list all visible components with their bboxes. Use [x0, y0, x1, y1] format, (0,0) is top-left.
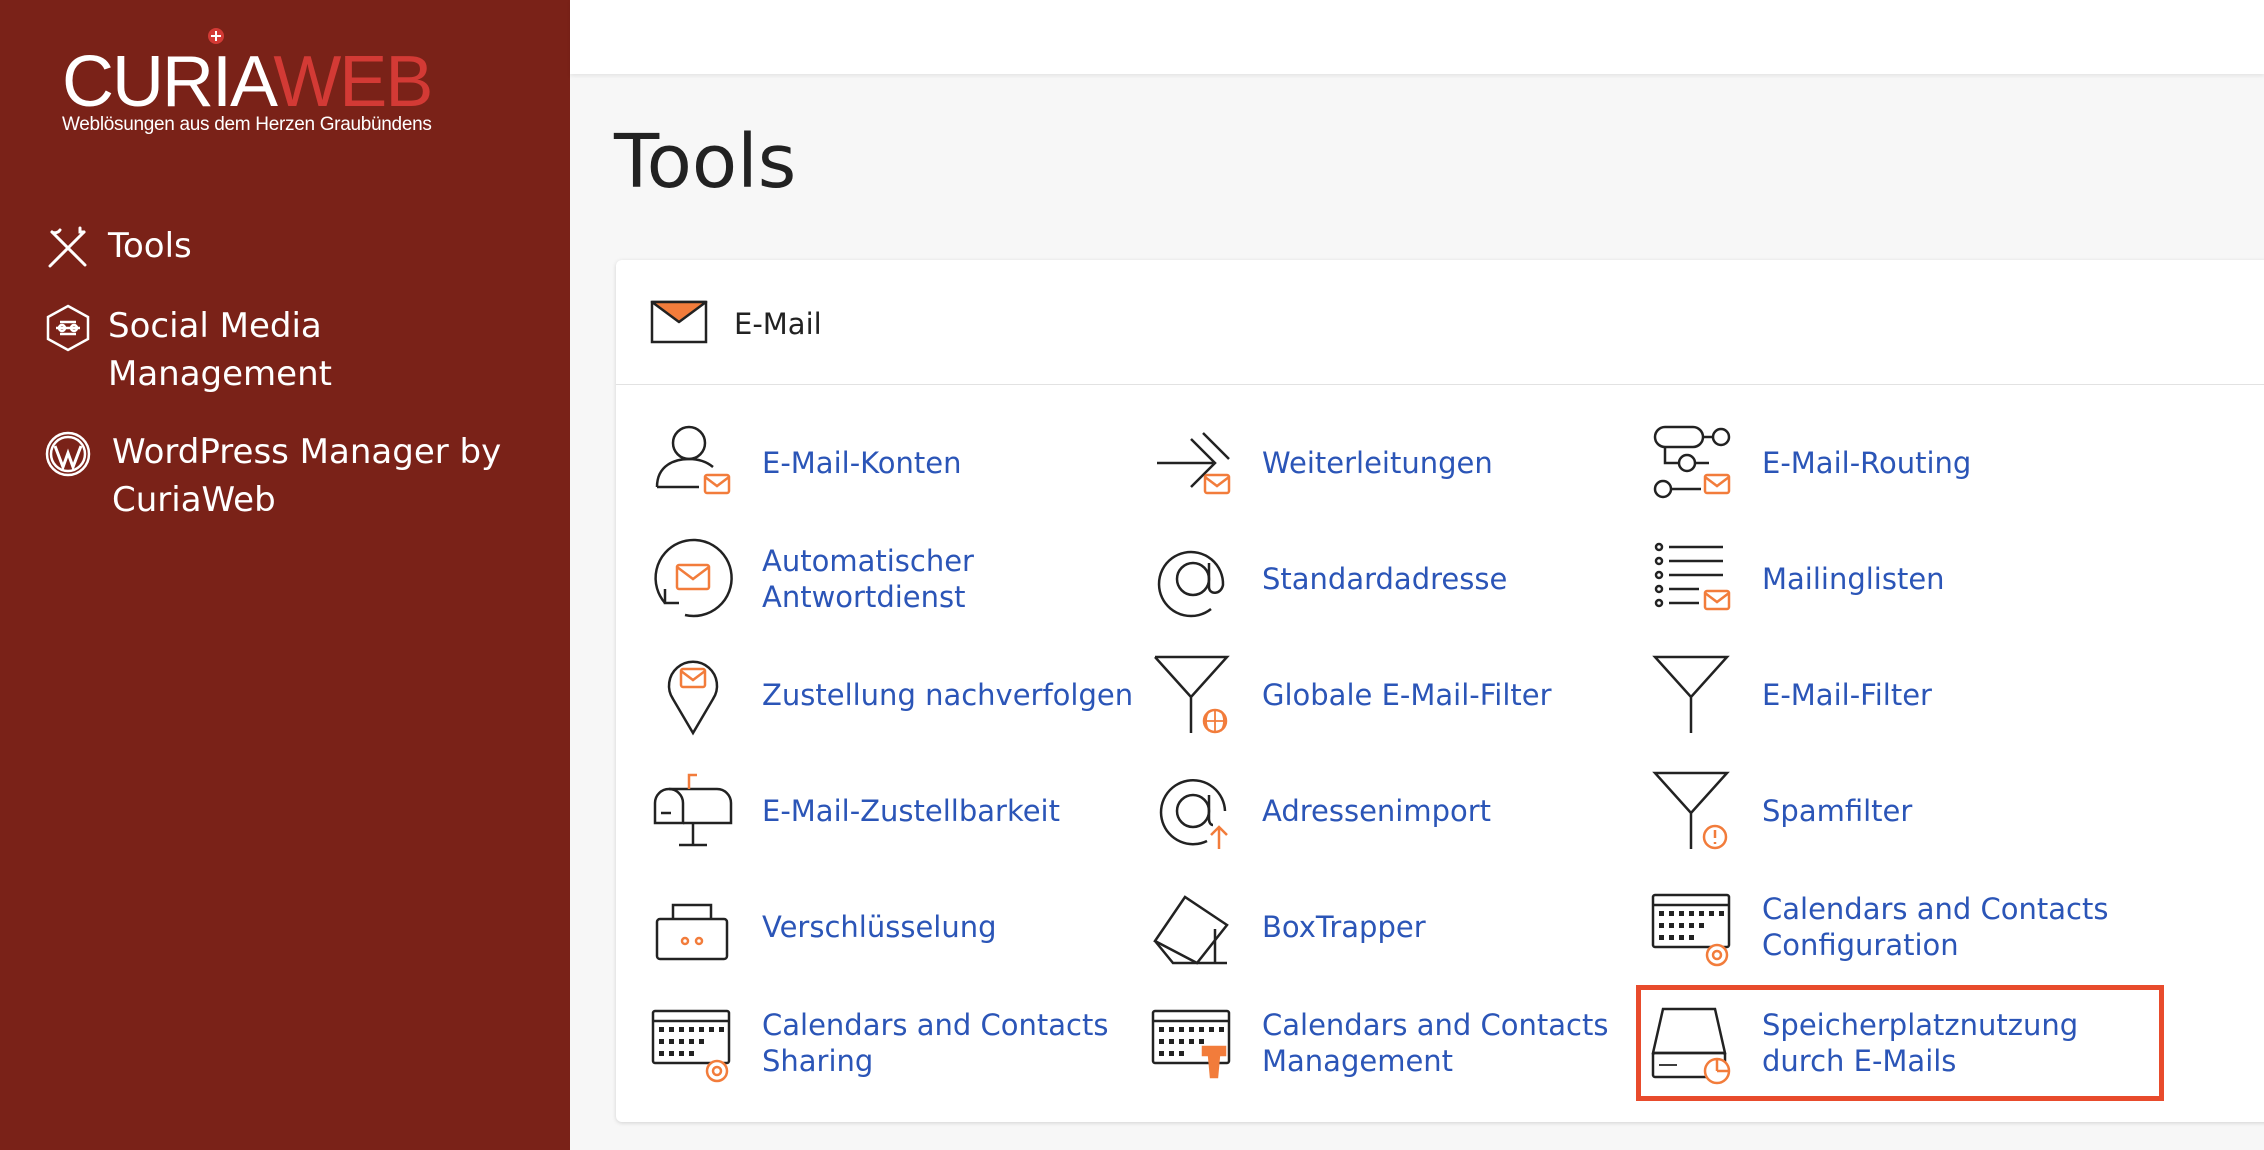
tool-label: E-Mail-Zustellbarkeit: [762, 794, 1060, 828]
filter-icon: [1652, 655, 1730, 733]
sidebar: CURIAWEB Weblösungen aus dem Herzen Grau…: [0, 0, 570, 1150]
tool-label: Calendars and Contacts Sharing: [762, 1008, 1109, 1078]
tool-calendars-contacts-config[interactable]: Calendars and Contacts Configuration: [1651, 872, 2141, 982]
tool-label: Adressenimport: [1262, 794, 1492, 828]
tool-autoresponder[interactable]: Automatischer Antwortdienst: [651, 524, 1141, 634]
at-icon: [1157, 550, 1225, 618]
envelope-icon: [650, 300, 708, 344]
curiaweb-logo[interactable]: CURIAWEB Weblösungen aus dem Herzen Grau…: [60, 26, 480, 146]
tool-label: Mailinglisten: [1762, 562, 1945, 596]
top-bar: [570, 0, 2264, 74]
highlight-box: [1636, 985, 2164, 1101]
tool-mailing-lists[interactable]: Mailinglisten: [1651, 524, 2141, 634]
tool-label: Spamfilter: [1762, 794, 1913, 828]
tools-icon: [48, 226, 87, 268]
calendar-share-icon: [651, 1009, 731, 1083]
tool-global-email-filters[interactable]: Globale E-Mail-Filter: [1151, 640, 1641, 750]
calendar-at-icon: [1651, 893, 1731, 967]
tool-label: Globale E-Mail-Filter: [1262, 678, 1552, 712]
tool-email-routing[interactable]: E-Mail-Routing: [1651, 408, 2141, 518]
tool-label: E-Mail-Routing: [1762, 446, 1972, 480]
tool-label: BoxTrapper: [1262, 910, 1426, 944]
tool-forwarders[interactable]: Weiterleitungen: [1151, 408, 1641, 518]
tool-label: Verschlüsselung: [762, 910, 997, 944]
tool-label: Weiterleitungen: [1262, 446, 1493, 480]
tool-calendars-contacts-management[interactable]: Calendars and Contacts Management: [1151, 988, 1641, 1098]
social-media-icon: [46, 304, 90, 352]
tool-label: E-Mail-Filter: [1762, 678, 1932, 712]
tool-spam-filters[interactable]: Spamfilter: [1651, 756, 2141, 866]
tool-encryption[interactable]: Verschlüsselung: [651, 872, 1141, 982]
tool-email-deliverability[interactable]: E-Mail-Zustellbarkeit: [651, 756, 1141, 866]
autoresponder-icon: [654, 538, 733, 618]
routing-icon: [1653, 425, 1731, 499]
sidebar-item-label: Tools: [108, 226, 192, 266]
sidebar-item-label: Social Media Management: [108, 306, 332, 394]
global-filter-icon: [1154, 655, 1230, 734]
calendar-manage-icon: [1151, 1009, 1231, 1079]
boxtrapper-icon: [1153, 895, 1229, 965]
tool-label: Zustellung nachverfolgen: [762, 678, 1134, 712]
tool-label: Automatischer Antwortdienst: [762, 544, 974, 614]
page-title: Tools: [614, 119, 797, 205]
tool-label: E-Mail-Konten: [762, 446, 962, 480]
spam-filter-icon: [1652, 771, 1730, 850]
at-import-icon: [1159, 779, 1228, 849]
user-mail-icon: [655, 425, 731, 495]
mailbox-icon: [653, 773, 733, 847]
encryption-icon: [655, 903, 729, 961]
tool-default-address[interactable]: Standardadresse: [1151, 524, 1641, 634]
email-section-title: E-Mail: [734, 307, 822, 341]
logo-tagline: Weblösungen aus dem Herzen Graubündens: [62, 114, 432, 135]
forward-icon: [1157, 432, 1231, 495]
tool-boxtrapper[interactable]: BoxTrapper: [1151, 872, 1641, 982]
wordpress-icon: [45, 431, 91, 477]
location-pin-icon: [667, 660, 719, 736]
email-panel-header: E-Mail: [616, 260, 2264, 385]
sidebar-item-label: WordPress Manager by CuriaWeb: [112, 432, 502, 520]
logo-word-curia: CURIA: [62, 42, 275, 122]
tool-label: Standardadresse: [1262, 562, 1508, 596]
tool-address-importer[interactable]: Adressenimport: [1151, 756, 1641, 866]
tool-email-accounts[interactable]: E-Mail-Konten: [651, 408, 1141, 518]
tool-label: Calendars and Contacts Configuration: [1762, 892, 2109, 962]
tool-calendars-contacts-sharing[interactable]: Calendars and Contacts Sharing: [651, 988, 1141, 1098]
tool-label: Calendars and Contacts Management: [1262, 1008, 1609, 1078]
tool-track-delivery[interactable]: Zustellung nachverfolgen: [651, 640, 1141, 750]
list-icon: [1654, 542, 1731, 611]
tool-email-filters[interactable]: E-Mail-Filter: [1651, 640, 2141, 750]
logo-word-web: WEB: [273, 42, 433, 122]
